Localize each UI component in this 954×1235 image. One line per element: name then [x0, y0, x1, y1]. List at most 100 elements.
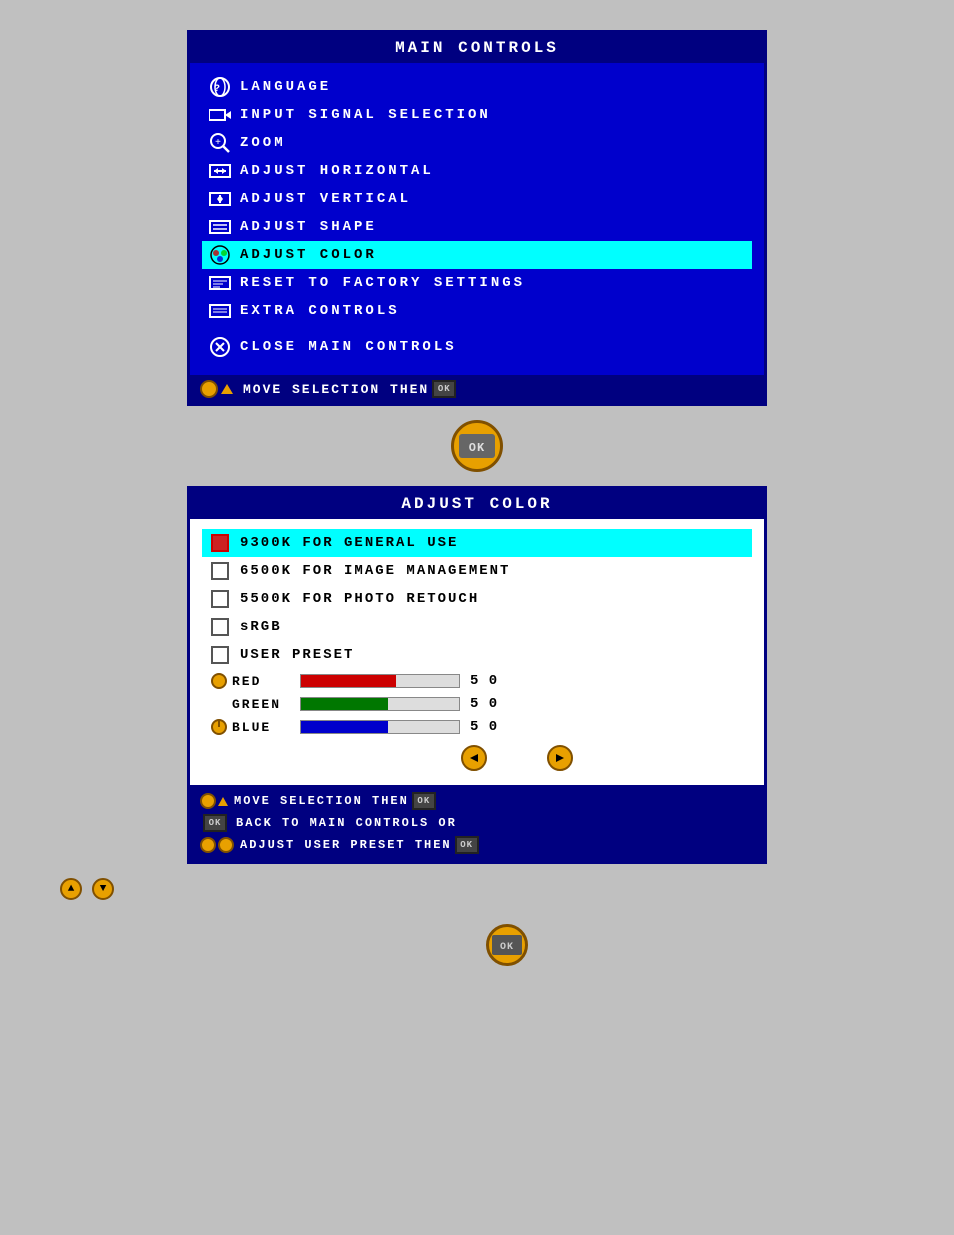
- 6500k-icon: [206, 560, 234, 582]
- close-main-controls-label: CLOSE MAIN CONTROLS: [240, 339, 457, 355]
- user-preset-label: USER PRESET: [240, 647, 354, 663]
- zoom-label: ZOOM: [240, 135, 286, 151]
- color-item-5500k[interactable]: 5500K FOR PHOTO RETOUCH: [202, 585, 752, 613]
- green-label: GREEN: [232, 697, 281, 712]
- adjust-color-nav-bar: MOVE SELECTION THEN OK OK BACK TO MAIN C…: [190, 785, 764, 861]
- nav-circle-2: [200, 837, 216, 853]
- nav-joystick-icons: [200, 380, 237, 398]
- language-icon: ?: [206, 76, 234, 98]
- close-main-controls-button[interactable]: CLOSE MAIN CONTROLS: [202, 333, 752, 361]
- nav-tri-1: [218, 797, 228, 806]
- svg-text:+: +: [215, 138, 223, 149]
- main-nav-bar: MOVE SELECTION THEN OK: [190, 375, 764, 403]
- menu-item-language[interactable]: ? LANGUAGE: [202, 73, 752, 101]
- ok-button-nav1[interactable]: OK: [412, 792, 436, 810]
- red-slider-track[interactable]: [300, 674, 460, 688]
- adjust-horiz-label: ADJUST HORIZONTAL: [240, 163, 434, 179]
- right-arrow-button[interactable]: [547, 745, 573, 771]
- adjust-color-icon: [206, 244, 234, 266]
- color-item-9300k[interactable]: 9300K FOR GENERAL USE: [202, 529, 752, 557]
- ok-button-nav2[interactable]: OK: [203, 814, 227, 832]
- adjust-vert-label: ADJUST VERTICAL: [240, 191, 411, 207]
- nav-line-2-text: BACK TO MAIN CONTROLS OR: [236, 816, 457, 830]
- 9300k-label: 9300K FOR GENERAL USE: [240, 535, 458, 551]
- input-signal-label: INPUT SIGNAL SELECTION: [240, 107, 491, 123]
- menu-item-extra[interactable]: EXTRA CONTROLS: [202, 297, 752, 325]
- red-circle-icon: [210, 672, 228, 690]
- red-slider-fill: [301, 675, 396, 687]
- blue-slider-track[interactable]: [300, 720, 460, 734]
- blue-value: 5 0: [470, 719, 500, 735]
- adjust-vert-icon: [206, 188, 234, 210]
- green-label-area: GREEN: [210, 697, 290, 712]
- blue-slider-row: BLUE 5 0: [206, 715, 752, 739]
- svg-text:OK: OK: [500, 942, 514, 953]
- green-slider-track[interactable]: [300, 697, 460, 711]
- blue-label: BLUE: [232, 720, 271, 735]
- zoom-icon: +: [206, 132, 234, 154]
- close-icon: [206, 336, 234, 358]
- bottom-ud-arrows: ▲ ▼: [60, 878, 114, 900]
- srgb-icon: [206, 616, 234, 638]
- lr-arrow-row: [282, 739, 752, 775]
- main-controls-title: MAIN CONTROLS: [190, 33, 764, 63]
- green-slider-row: GREEN 5 0: [206, 693, 752, 715]
- nav-line-3: ADJUST USER PRESET THEN OK: [200, 834, 754, 856]
- menu-item-input-signal[interactable]: INPUT SIGNAL SELECTION: [202, 101, 752, 129]
- menu-item-adjust-vert[interactable]: ADJUST VERTICAL: [202, 185, 752, 213]
- srgb-label: sRGB: [240, 619, 282, 635]
- red-slider-row: RED 5 0: [206, 669, 752, 693]
- adjust-horiz-icon: [206, 160, 234, 182]
- adjust-color-title: ADJUST COLOR: [190, 489, 764, 519]
- down-arrow-button[interactable]: ▼: [92, 878, 114, 900]
- bottom-ok-button[interactable]: OK: [486, 924, 528, 966]
- language-label: LANGUAGE: [240, 79, 331, 95]
- 5500k-icon: [206, 588, 234, 610]
- red-value: 5 0: [470, 673, 500, 689]
- main-controls-body: ? LANGUAGE INPUT SIGNAL SELECTION + ZOOM…: [190, 63, 764, 371]
- nav-line-2: OK BACK TO MAIN CONTROLS OR: [200, 812, 754, 834]
- menu-item-adjust-horiz[interactable]: ADJUST HORIZONTAL: [202, 157, 752, 185]
- color-item-user-preset[interactable]: USER PRESET: [202, 641, 752, 669]
- extra-controls-icon: [206, 300, 234, 322]
- menu-item-zoom[interactable]: + ZOOM: [202, 129, 752, 157]
- big-ok-button[interactable]: OK: [451, 420, 503, 472]
- main-controls-panel: MAIN CONTROLS ? LANGUAGE INPUT SIGNAL SE…: [187, 30, 767, 406]
- nav-line-3-text: ADJUST USER PRESET THEN: [240, 838, 452, 852]
- 6500k-label: 6500K FOR IMAGE MANAGEMENT: [240, 563, 510, 579]
- red-label: RED: [232, 674, 261, 689]
- adjust-shape-label: ADJUST SHAPE: [240, 219, 377, 235]
- red-label-area: RED: [210, 672, 290, 690]
- color-item-srgb[interactable]: sRGB: [202, 613, 752, 641]
- green-slider-fill: [301, 698, 388, 710]
- nav-line-1: MOVE SELECTION THEN OK: [200, 790, 754, 812]
- blue-slider-fill: [301, 721, 388, 733]
- 5500k-label: 5500K FOR PHOTO RETOUCH: [240, 591, 479, 607]
- menu-item-reset[interactable]: RESET TO FACTORY SETTINGS: [202, 269, 752, 297]
- up-arrow-button[interactable]: ▲: [60, 878, 82, 900]
- nav-circle-1: [200, 793, 216, 809]
- green-value: 5 0: [470, 696, 500, 712]
- reset-label: RESET TO FACTORY SETTINGS: [240, 275, 525, 291]
- svg-text:OK: OK: [469, 441, 485, 455]
- menu-item-adjust-color[interactable]: ADJUST COLOR: [202, 241, 752, 269]
- reset-icon: [206, 272, 234, 294]
- blue-label-area: BLUE: [210, 718, 290, 736]
- left-arrow-button[interactable]: [461, 745, 487, 771]
- nav-circle-3: [218, 837, 234, 853]
- adjust-shape-icon: [206, 216, 234, 238]
- adjust-color-body: 9300K FOR GENERAL USE 6500K FOR IMAGE MA…: [190, 519, 764, 785]
- input-signal-icon: [206, 104, 234, 126]
- adjust-color-panel: ADJUST COLOR 9300K FOR GENERAL USE 6500K…: [187, 486, 767, 864]
- ok-button-nav3[interactable]: OK: [455, 836, 479, 854]
- color-item-6500k[interactable]: 6500K FOR IMAGE MANAGEMENT: [202, 557, 752, 585]
- user-preset-icon: [206, 644, 234, 666]
- adjust-color-label: ADJUST COLOR: [240, 247, 377, 263]
- menu-item-adjust-shape[interactable]: ADJUST SHAPE: [202, 213, 752, 241]
- ok-button-main[interactable]: OK: [432, 380, 456, 398]
- nav-text: MOVE SELECTION THEN: [243, 382, 429, 397]
- nav-line-1-text: MOVE SELECTION THEN: [234, 794, 409, 808]
- 9300k-icon: [206, 532, 234, 554]
- blue-circle-icon: [210, 718, 228, 736]
- extra-controls-label: EXTRA CONTROLS: [240, 303, 400, 319]
